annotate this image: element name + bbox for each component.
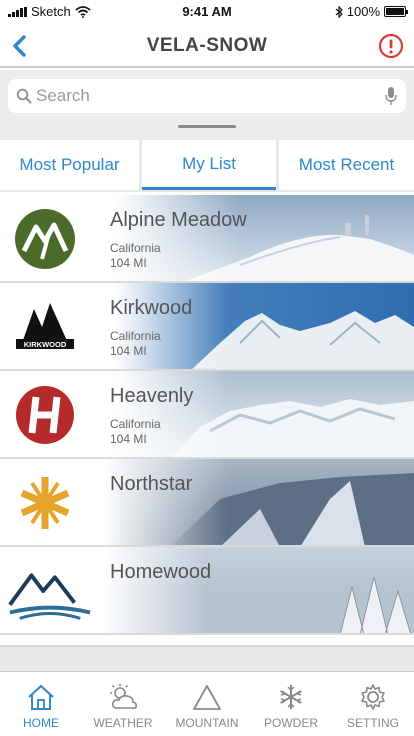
tab-most-recent[interactable]: Most Recent [279, 140, 414, 190]
tab-bar-home[interactable]: HOME [0, 672, 82, 736]
list-item-heavenly[interactable]: Heavenly California 104 MI [0, 371, 414, 459]
resort-name: Homewood [110, 561, 212, 583]
tab-bar-mountain[interactable]: MOUNTAIN [166, 672, 248, 736]
resort-name: Heavenly [110, 385, 194, 407]
segment-tabs: Most Popular My List Most Recent [0, 140, 414, 192]
svg-text:KIRKWOOD: KIRKWOOD [24, 340, 67, 349]
resort-state: California [110, 241, 161, 255]
list-footer [0, 645, 414, 671]
resort-distance: 104 MI [110, 432, 147, 446]
resort-name: Alpine Meadow [110, 209, 247, 231]
resort-distance: 104 MI [110, 344, 147, 358]
tab-bar-label: WEATHER [93, 716, 153, 730]
heavenly-logo [16, 386, 74, 444]
homewood-logo [8, 573, 91, 620]
resort-state: California [110, 417, 161, 431]
resort-name: Northstar [110, 473, 193, 495]
battery-level [386, 8, 404, 15]
alert-icon[interactable] [378, 33, 404, 59]
tab-bar-setting[interactable]: SETTING [332, 672, 414, 736]
alpine-meadows-logo [15, 209, 75, 269]
weather-icon [110, 684, 137, 710]
home-icon [28, 684, 54, 710]
page-title: VELA-SNOW [146, 35, 268, 56]
search-input[interactable] [36, 79, 376, 113]
search-area [0, 70, 414, 140]
tab-my-list[interactable]: My List [142, 140, 276, 190]
mountain-icon [193, 685, 221, 710]
drag-handle[interactable] [178, 125, 236, 128]
tab-bar-label: MOUNTAIN [175, 716, 239, 730]
microphone-icon[interactable] [384, 86, 398, 106]
navigation-bar: VELA-SNOW [0, 24, 414, 68]
tab-bar-label: POWDER [264, 716, 318, 730]
tab-bar-weather[interactable]: WEATHER [82, 672, 164, 736]
kirkwood-logo: KIRKWOOD [16, 303, 74, 349]
search-bar [8, 79, 406, 113]
battery-percent: 100% [346, 4, 380, 19]
resort-name: Kirkwood [110, 297, 193, 319]
gear-icon [361, 684, 385, 710]
resort-list: Alpine Meadow California 104 MI KIRKWOOD… [0, 195, 414, 635]
tab-bar-powder[interactable]: POWDER [250, 672, 332, 736]
tab-bar-label: HOME [23, 716, 59, 730]
search-icon [16, 88, 32, 104]
northstar-logo [20, 477, 70, 529]
snowflake-icon [280, 685, 302, 709]
bluetooth-icon [335, 5, 343, 18]
resort-distance: 104 MI [110, 256, 147, 270]
tab-most-popular[interactable]: Most Popular [0, 140, 139, 190]
bottom-tab-bar: HOME WEATHER MOUNTAIN POWDER SETTING [0, 671, 414, 736]
list-item-alpine-meadow[interactable]: Alpine Meadow California 104 MI [0, 195, 414, 283]
list-item-homewood[interactable]: Homewood [0, 547, 414, 635]
status-right: 100% [335, 4, 408, 19]
list-item-northstar[interactable]: Northstar [0, 459, 414, 547]
battery-icon [384, 6, 408, 17]
status-bar: Sketch 9:41 AM 100% [0, 0, 414, 24]
list-item-kirkwood[interactable]: KIRKWOOD Kirkwood California 104 MI [0, 283, 414, 371]
tab-bar-label: SETTING [346, 716, 399, 730]
resort-state: California [110, 329, 161, 343]
